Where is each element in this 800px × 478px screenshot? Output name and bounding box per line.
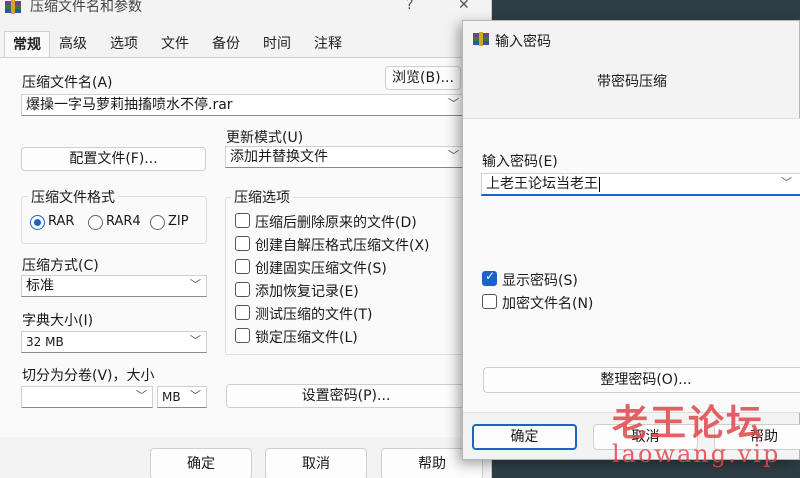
main-dialog-title: 压缩文件名和参数: [30, 0, 142, 15]
format-zip-label: ZIP: [168, 214, 189, 229]
general-tab-panel: 压缩文件名(A) 浏览(B)... 爆操一字马萝莉抽搐喷水不停.rar ﹀ 更新…: [0, 57, 492, 437]
password-panel: 输入密码(E) 上老王论坛当老王 ﹀ 显示密码(S) 加密文件名(N) 整理密码…: [463, 118, 800, 413]
dict-size-value: 32 MB: [26, 335, 64, 349]
method-label: 压缩方式(C): [22, 258, 99, 274]
tab-general[interactable]: 常规: [4, 31, 50, 58]
password-value: 上老王论坛当老王: [486, 176, 598, 192]
set-password-button[interactable]: 设置密码(P)...: [226, 384, 466, 408]
tab-files[interactable]: 文件: [154, 31, 196, 57]
method-value: 标准: [26, 278, 54, 294]
split-unit-value: MB: [162, 390, 181, 404]
test-files-label: 测试压缩的文件(T): [255, 307, 373, 323]
tab-comment[interactable]: 注释: [307, 31, 349, 57]
solid-checkbox[interactable]: [235, 259, 250, 274]
update-mode-select[interactable]: 添加并替换文件 ﹀: [225, 146, 465, 168]
chevron-down-icon: ﹀: [190, 334, 201, 347]
organize-passwords-button[interactable]: 整理密码(O)...: [483, 367, 800, 393]
cancel-button[interactable]: 取消: [265, 448, 367, 478]
winrar-app-icon: [5, 0, 21, 14]
recovery-record-label: 添加恢复记录(E): [255, 284, 359, 300]
tab-options[interactable]: 选项: [103, 31, 145, 57]
lock-archive-label: 锁定压缩文件(L): [255, 330, 358, 346]
main-titlebar: 压缩文件名和参数 ? ✕: [0, 0, 491, 22]
password-ok-button[interactable]: 确定: [472, 424, 577, 450]
archive-name-combo[interactable]: 爆操一字马萝莉抽搐喷水不停.rar ﹀: [21, 94, 465, 116]
show-password-label: 显示密码(S): [502, 273, 578, 289]
chevron-down-icon: ﹀: [781, 176, 792, 189]
password-dialog: 输入密码 带密码压缩 输入密码(E) 上老王论坛当老王 ﹀ 显示密码(S) 加密…: [462, 20, 800, 460]
password-dialog-title: 输入密码: [495, 34, 551, 50]
format-group-title: 压缩文件格式: [28, 187, 118, 207]
enter-password-label: 输入密码(E): [482, 154, 558, 170]
dict-size-select[interactable]: 32 MB ﹀: [21, 331, 207, 353]
options-group-title: 压缩选项: [231, 187, 293, 207]
tab-strip: 常规 高级 选项 文件 备份 时间 注释: [0, 31, 491, 58]
password-input[interactable]: 上老王论坛当老王 ﹀: [481, 173, 800, 196]
lock-archive-checkbox[interactable]: [235, 328, 250, 343]
encrypt-names-checkbox[interactable]: [482, 294, 497, 309]
chevron-down-icon: ﹀: [136, 389, 147, 402]
recovery-record-checkbox[interactable]: [235, 282, 250, 297]
method-select[interactable]: 标准 ﹀: [21, 275, 207, 297]
archive-name-label: 压缩文件名(A): [22, 75, 113, 91]
format-rar-label: RAR: [48, 214, 75, 229]
chevron-down-icon: ﹀: [190, 389, 201, 402]
sfx-label: 创建自解压格式压缩文件(X): [255, 238, 430, 254]
split-size-combo[interactable]: ﹀: [21, 386, 153, 408]
chevron-down-icon: ﹀: [448, 97, 459, 110]
help-icon[interactable]: ?: [406, 0, 413, 13]
format-zip-radio[interactable]: [150, 215, 165, 230]
encrypt-names-label: 加密文件名(N): [502, 296, 594, 312]
chevron-down-icon: ﹀: [448, 149, 459, 162]
delete-after-checkbox[interactable]: [235, 213, 250, 228]
show-password-checkbox[interactable]: [482, 269, 497, 286]
ok-button[interactable]: 确定: [150, 448, 252, 478]
dict-size-label: 字典大小(I): [22, 313, 94, 329]
format-rar4-radio[interactable]: [88, 215, 103, 230]
solid-label: 创建固实压缩文件(S): [255, 261, 387, 277]
split-volume-label: 切分为分卷(V)，大小: [22, 368, 155, 384]
archive-params-dialog: 压缩文件名和参数 ? ✕ 常规 高级 选项 文件 备份 时间 注释 压缩文件名(…: [0, 0, 492, 478]
tab-advanced[interactable]: 高级: [52, 31, 94, 57]
archive-name-value: 爆操一字马萝莉抽搐喷水不停.rar: [26, 97, 233, 113]
update-mode-value: 添加并替换文件: [230, 149, 328, 165]
close-icon[interactable]: ✕: [458, 0, 470, 13]
update-mode-label: 更新模式(U): [226, 130, 304, 146]
tab-time[interactable]: 时间: [256, 31, 298, 57]
test-files-checkbox[interactable]: [235, 305, 250, 320]
split-unit-select[interactable]: MB ﹀: [157, 386, 207, 408]
tab-backup[interactable]: 备份: [205, 31, 247, 57]
profile-button[interactable]: 配置文件(F)...: [21, 147, 206, 171]
format-rar-radio[interactable]: [30, 215, 45, 230]
format-rar4-label: RAR4: [106, 214, 141, 229]
chevron-down-icon: ﹀: [190, 278, 201, 291]
text-caret: [599, 176, 600, 192]
delete-after-label: 压缩后删除原来的文件(D): [255, 215, 417, 231]
password-help-button[interactable]: 帮助: [714, 424, 800, 450]
browse-button[interactable]: 浏览(B)...: [385, 66, 461, 90]
password-dialog-header: 带密码压缩: [597, 74, 667, 90]
password-cancel-button[interactable]: 取消: [593, 424, 698, 450]
winrar-app-icon: [473, 32, 489, 46]
sfx-checkbox[interactable]: [235, 236, 250, 251]
